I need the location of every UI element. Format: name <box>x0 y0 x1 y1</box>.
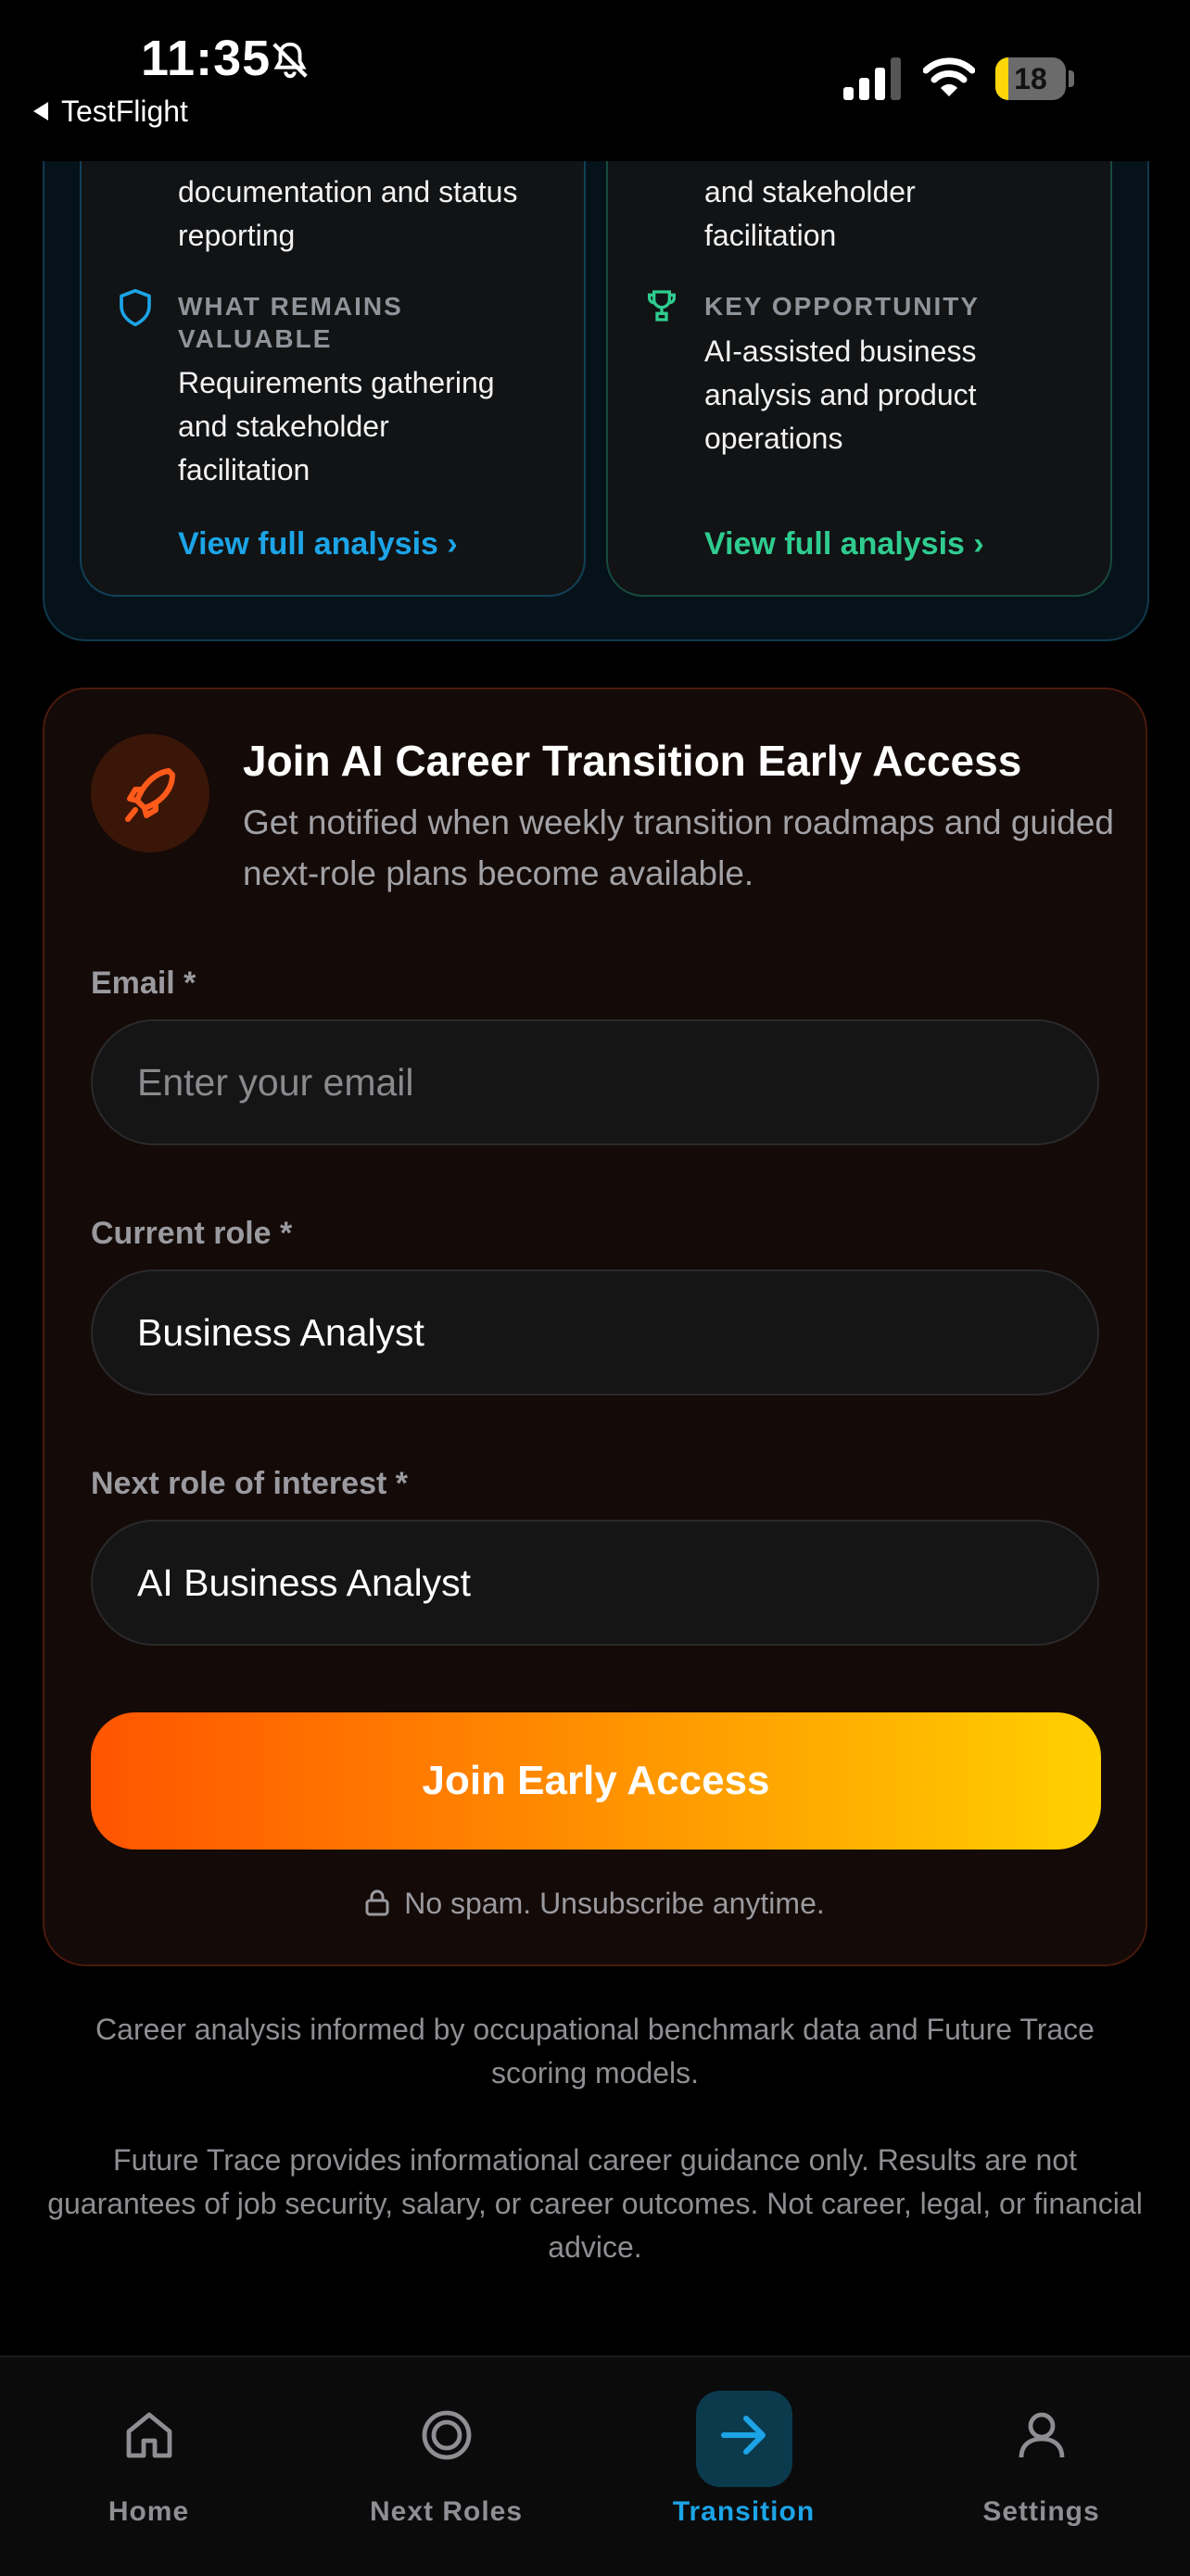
target-icon <box>422 2410 471 2460</box>
trophy-icon <box>648 290 676 322</box>
early-access-title: Join AI Career Transition Early Access <box>243 737 1022 785</box>
cellular-signal-icon <box>843 57 901 100</box>
analysis-card-opportunity: and stakeholder facilitation KEY OPPORTU… <box>606 111 1112 597</box>
card-label: WHAT REMAINS <box>178 292 403 321</box>
disclaimer-text: Future Trace provides informational care… <box>47 2143 1143 2264</box>
email-label: Email * <box>91 966 196 1001</box>
tab-next-roles[interactable]: Next Roles <box>298 2357 595 2576</box>
arrow-right-icon <box>720 2416 766 2455</box>
next-role-value: AI Business Analyst <box>137 1561 472 1604</box>
analysis-card-valuable: documentation and status reporting WHAT … <box>80 111 586 597</box>
current-role-label: Current role * <box>91 1216 293 1251</box>
battery-indicator: 18 <box>995 57 1074 100</box>
card-body-line: facilitation <box>178 453 310 486</box>
rocket-icon <box>125 768 175 822</box>
next-role-field[interactable]: AI Business Analyst <box>91 1520 1099 1646</box>
current-role-value: Business Analyst <box>137 1311 424 1354</box>
tab-home[interactable]: Home <box>0 2357 298 2576</box>
card-text-line: documentation and status <box>178 175 518 208</box>
home-icon <box>126 2412 171 2458</box>
next-role-label: Next role of interest * <box>91 1466 408 1501</box>
tab-settings[interactable]: Settings <box>892 2357 1190 2576</box>
back-label: TestFlight <box>61 95 188 128</box>
tab-label: Transition <box>672 2496 816 2527</box>
tab-label: Next Roles <box>369 2496 524 2527</box>
person-icon <box>1019 2412 1064 2458</box>
back-arrow-icon <box>33 101 48 120</box>
status-time: 11:35 <box>141 31 272 86</box>
tab-bar: Home Next Roles Transition Settings <box>0 2355 1190 2576</box>
card-body-line: AI-assisted business <box>704 335 977 368</box>
rocket-badge <box>91 734 209 852</box>
shield-icon <box>120 288 151 327</box>
card-body-line: and stakeholder <box>178 410 389 443</box>
view-full-analysis-link[interactable]: View full analysis › <box>178 526 458 562</box>
join-early-access-button[interactable]: Join Early Access <box>91 1712 1101 1850</box>
tab-label: Home <box>108 2496 190 2527</box>
early-access-card: Join AI Career Transition Early Access G… <box>43 688 1147 1966</box>
tab-label: Settings <box>982 2496 1100 2527</box>
wifi-icon <box>923 57 975 96</box>
no-spam-note: No spam. Unsubscribe anytime. <box>44 1887 1146 1921</box>
lock-icon <box>365 1889 389 1916</box>
card-text-line: and stakeholder <box>704 175 916 208</box>
card-body-line: operations <box>704 422 843 455</box>
email-placeholder: Enter your email <box>137 1061 414 1104</box>
data-source-note: Career analysis informed by occupational… <box>95 2013 1095 2090</box>
card-text-line: facilitation <box>704 219 837 252</box>
email-field[interactable]: Enter your email <box>91 1019 1099 1145</box>
card-text-line: reporting <box>178 219 296 252</box>
back-to-testflight[interactable]: TestFlight <box>33 95 188 129</box>
bell-muted-icon <box>272 42 308 79</box>
card-body-line: analysis and product <box>704 378 977 411</box>
current-role-field[interactable]: Business Analyst <box>91 1269 1099 1395</box>
view-full-analysis-link[interactable]: View full analysis › <box>704 526 984 562</box>
early-access-subtitle: Get notified when weekly transition road… <box>243 803 1114 892</box>
card-body-line: Requirements gathering <box>178 366 495 399</box>
no-spam-text: No spam. Unsubscribe anytime. <box>404 1887 825 1920</box>
status-bar: 11:35 TestFlight 18 <box>0 0 1190 161</box>
card-label: KEY OPPORTUNITY <box>704 292 981 321</box>
tab-transition[interactable]: Transition <box>595 2357 892 2576</box>
battery-level: 18 <box>1014 62 1047 95</box>
card-label: VALUABLE <box>178 324 333 353</box>
